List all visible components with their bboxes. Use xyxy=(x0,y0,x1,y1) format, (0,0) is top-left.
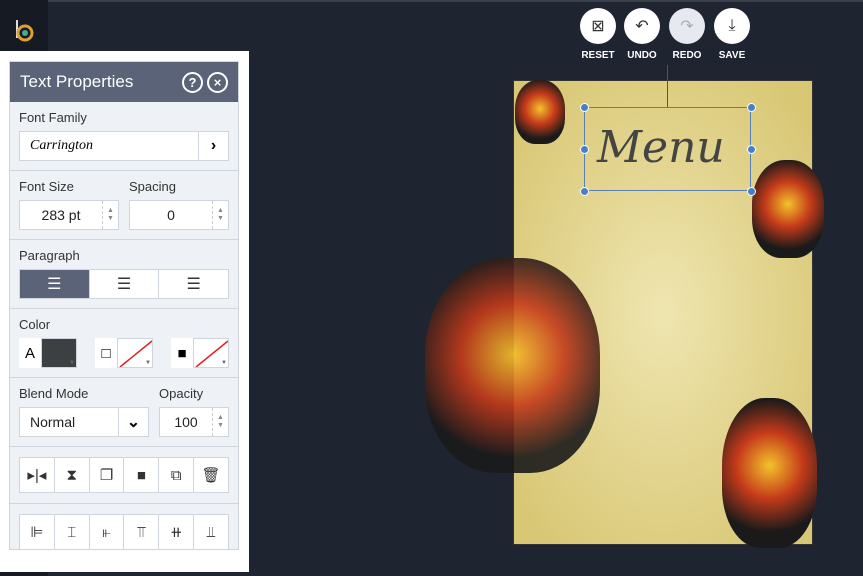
spacing-stepper[interactable]: 0 ▲ ▼ xyxy=(129,200,229,230)
fill-color-swatch[interactable]: ▼ xyxy=(193,338,229,368)
menu-text[interactable]: Menu xyxy=(597,122,725,173)
text-color-swatch[interactable]: ▼ xyxy=(41,338,77,368)
undo-icon: ↶ xyxy=(624,8,660,44)
fill-icon: ■ xyxy=(177,344,187,362)
duplicate-icon[interactable]: ⧉ xyxy=(159,458,195,492)
font-family-field[interactable]: Carrington › xyxy=(19,131,229,161)
skull-image[interactable] xyxy=(752,160,824,258)
align-right-button[interactable]: ☰ xyxy=(159,270,229,298)
stroke-icon: □ xyxy=(101,344,111,362)
align-top-icon[interactable]: ⫪ xyxy=(124,515,160,549)
save-icon: ⤓ xyxy=(714,8,750,44)
resize-handle[interactable] xyxy=(580,103,589,112)
resize-handle[interactable] xyxy=(580,145,589,154)
flip-horizontal-icon[interactable]: ▸|◂ xyxy=(20,458,55,492)
redo-button[interactable]: ↷ REDO xyxy=(667,8,707,61)
stroke-color-swatch[interactable]: ▼ xyxy=(117,338,153,368)
stepper-icon[interactable]: ▲ ▼ xyxy=(212,201,228,229)
resize-handle[interactable] xyxy=(747,187,756,196)
stepper-icon[interactable]: ▲ ▼ xyxy=(102,201,118,229)
reset-button[interactable]: ⊠ RESET xyxy=(578,8,618,61)
resize-handle[interactable] xyxy=(747,145,756,154)
undo-button[interactable]: ↶ UNDO xyxy=(622,8,662,61)
align-left-button[interactable]: ☰ xyxy=(20,270,90,298)
bring-forward-icon[interactable]: ❐ xyxy=(90,458,125,492)
reset-icon: ⊠ xyxy=(580,8,616,44)
align-center-button[interactable]: ☰ xyxy=(89,270,160,298)
align-right-icon[interactable]: ⫦ xyxy=(90,515,125,549)
resize-handle[interactable] xyxy=(580,187,589,196)
chevron-right-icon[interactable]: › xyxy=(198,132,228,160)
panel-title: Text Properties xyxy=(20,72,134,91)
save-button[interactable]: ⤓ SAVE xyxy=(712,8,752,61)
skull-image[interactable] xyxy=(722,398,817,548)
flip-vertical-icon[interactable]: ⧗ xyxy=(55,458,90,492)
skull-image[interactable] xyxy=(515,80,565,144)
align-left-icon[interactable]: ⊫ xyxy=(20,515,55,549)
align-middle-icon[interactable]: ⧺ xyxy=(159,515,195,549)
logo-icon[interactable] xyxy=(12,18,36,42)
chevron-down-icon[interactable]: ⌄ xyxy=(118,408,148,436)
stepper-icon[interactable]: ▲ ▼ xyxy=(212,408,228,436)
align-bottom-icon[interactable]: ⫫ xyxy=(194,515,228,549)
redo-icon: ↷ xyxy=(669,8,705,44)
help-icon[interactable]: ? xyxy=(182,71,203,93)
send-backward-icon[interactable]: ■ xyxy=(124,458,160,492)
text-color-picker[interactable]: A ▼ xyxy=(19,338,77,368)
stroke-color-picker[interactable]: □ ▼ xyxy=(95,338,153,368)
blend-mode-select[interactable]: Normal ⌄ xyxy=(19,407,149,437)
align-center-h-icon[interactable]: ⌶ xyxy=(55,515,90,549)
fill-color-picker[interactable]: ■ ▼ xyxy=(171,338,229,368)
text-properties-panel: Text Properties? × Font Family Carrington… xyxy=(9,61,239,550)
skull-image[interactable] xyxy=(425,258,600,473)
font-size-stepper[interactable]: 283 pt ▲ ▼ xyxy=(19,200,119,230)
trash-icon[interactable]: 🗑 xyxy=(194,458,228,492)
resize-handle[interactable] xyxy=(747,103,756,112)
opacity-stepper[interactable]: 100 ▲ ▼ xyxy=(159,407,229,437)
close-icon[interactable]: × xyxy=(207,71,228,93)
